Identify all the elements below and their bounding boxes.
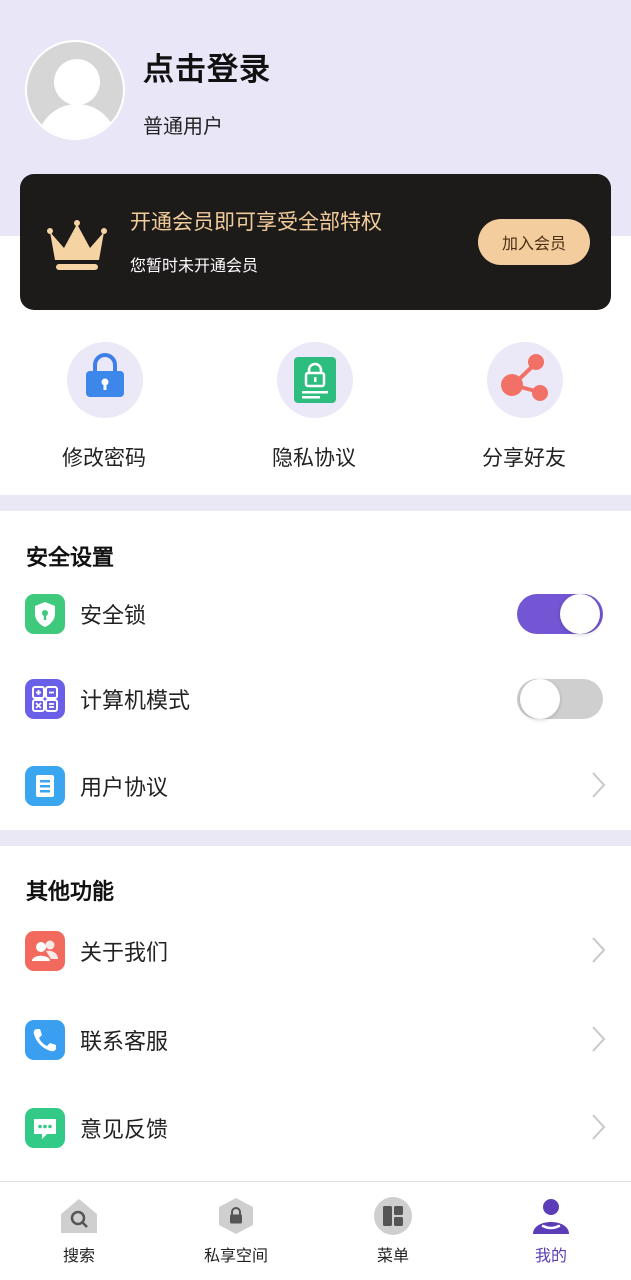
- vip-subtitle: 您暂时未开通会员: [130, 256, 259, 275]
- quick-action-circle: [277, 342, 353, 418]
- tab-menu[interactable]: 菜单: [333, 1182, 453, 1280]
- setting-row-user-agreement[interactable]: 用户协议: [0, 752, 631, 822]
- tab-search[interactable]: 搜索: [19, 1182, 139, 1280]
- vip-title: 开通会员即可享受全部特权: [130, 210, 382, 234]
- chevron-right-icon: [592, 1026, 606, 1052]
- security-lock-toggle[interactable]: [517, 594, 603, 634]
- bottom-tab-bar: 搜索 私享空间 菜单 我的: [0, 1181, 631, 1280]
- other-row-feedback[interactable]: 意见反馈: [0, 1094, 631, 1164]
- calculator-icon: [25, 679, 65, 719]
- quick-action-circle: [487, 342, 563, 418]
- tab-private-space[interactable]: 私享空间: [176, 1182, 296, 1280]
- quick-action-label: 隐私协议: [272, 446, 356, 470]
- setting-label: 安全锁: [80, 604, 147, 629]
- setting-row-calculator-mode: 计算机模式: [0, 665, 631, 735]
- private-space-icon: [219, 1198, 253, 1234]
- chevron-right-icon: [592, 772, 606, 798]
- quick-action-circle: [67, 342, 143, 418]
- quick-action-change-password[interactable]: 修改密码: [24, 342, 184, 482]
- phone-icon: [25, 1020, 65, 1060]
- toggle-knob: [560, 594, 600, 634]
- tab-label: 我的: [534, 1246, 567, 1265]
- document-icon: [25, 766, 65, 806]
- users-icon: [25, 931, 65, 971]
- quick-action-share-friends[interactable]: 分享好友: [444, 342, 604, 482]
- tab-label: 搜索: [62, 1246, 95, 1265]
- section-divider: [0, 495, 631, 511]
- avatar[interactable]: [25, 40, 125, 140]
- crown-icon: [47, 220, 107, 270]
- other-label: 关于我们: [80, 941, 169, 966]
- tab-label: 菜单: [376, 1246, 409, 1265]
- menu-grid-icon: [374, 1197, 412, 1235]
- user-type-label: 普通用户: [143, 114, 223, 138]
- shield-icon: [25, 594, 65, 634]
- quick-action-privacy-policy[interactable]: 隐私协议: [234, 342, 394, 482]
- other-label: 意见反馈: [80, 1118, 169, 1143]
- chevron-right-icon: [592, 937, 606, 963]
- search-home-icon: [61, 1199, 97, 1233]
- other-row-customer-service[interactable]: 联系客服: [0, 1006, 631, 1076]
- privacy-doc-icon: [294, 357, 336, 403]
- vip-banner[interactable]: 开通会员即可享受全部特权 您暂时未开通会员 加入会员: [20, 174, 611, 310]
- setting-label: 用户协议: [80, 776, 169, 801]
- setting-row-security-lock: 安全锁: [0, 580, 631, 650]
- share-icon: [501, 354, 548, 401]
- setting-label: 计算机模式: [80, 689, 191, 714]
- quick-action-label: 修改密码: [62, 446, 146, 470]
- tab-label: 私享空间: [203, 1246, 268, 1265]
- lock-icon: [86, 353, 124, 397]
- other-label: 联系客服: [80, 1030, 169, 1055]
- other-row-about-us[interactable]: 关于我们: [0, 917, 631, 987]
- message-icon: [25, 1108, 65, 1148]
- other-section-title: 其他功能: [26, 880, 115, 905]
- tab-mine[interactable]: 我的: [491, 1182, 611, 1280]
- chevron-right-icon: [592, 1114, 606, 1140]
- security-section-title: 安全设置: [26, 546, 115, 571]
- avatar-head-shape: [54, 59, 100, 105]
- profile-icon: [533, 1199, 569, 1234]
- quick-action-label: 分享好友: [482, 446, 566, 470]
- avatar-body-shape: [37, 104, 117, 138]
- join-vip-button[interactable]: 加入会员: [478, 219, 590, 265]
- login-link[interactable]: 点击登录: [143, 44, 271, 89]
- toggle-knob: [520, 679, 560, 719]
- section-divider: [0, 830, 631, 846]
- calculator-mode-toggle[interactable]: [517, 679, 603, 719]
